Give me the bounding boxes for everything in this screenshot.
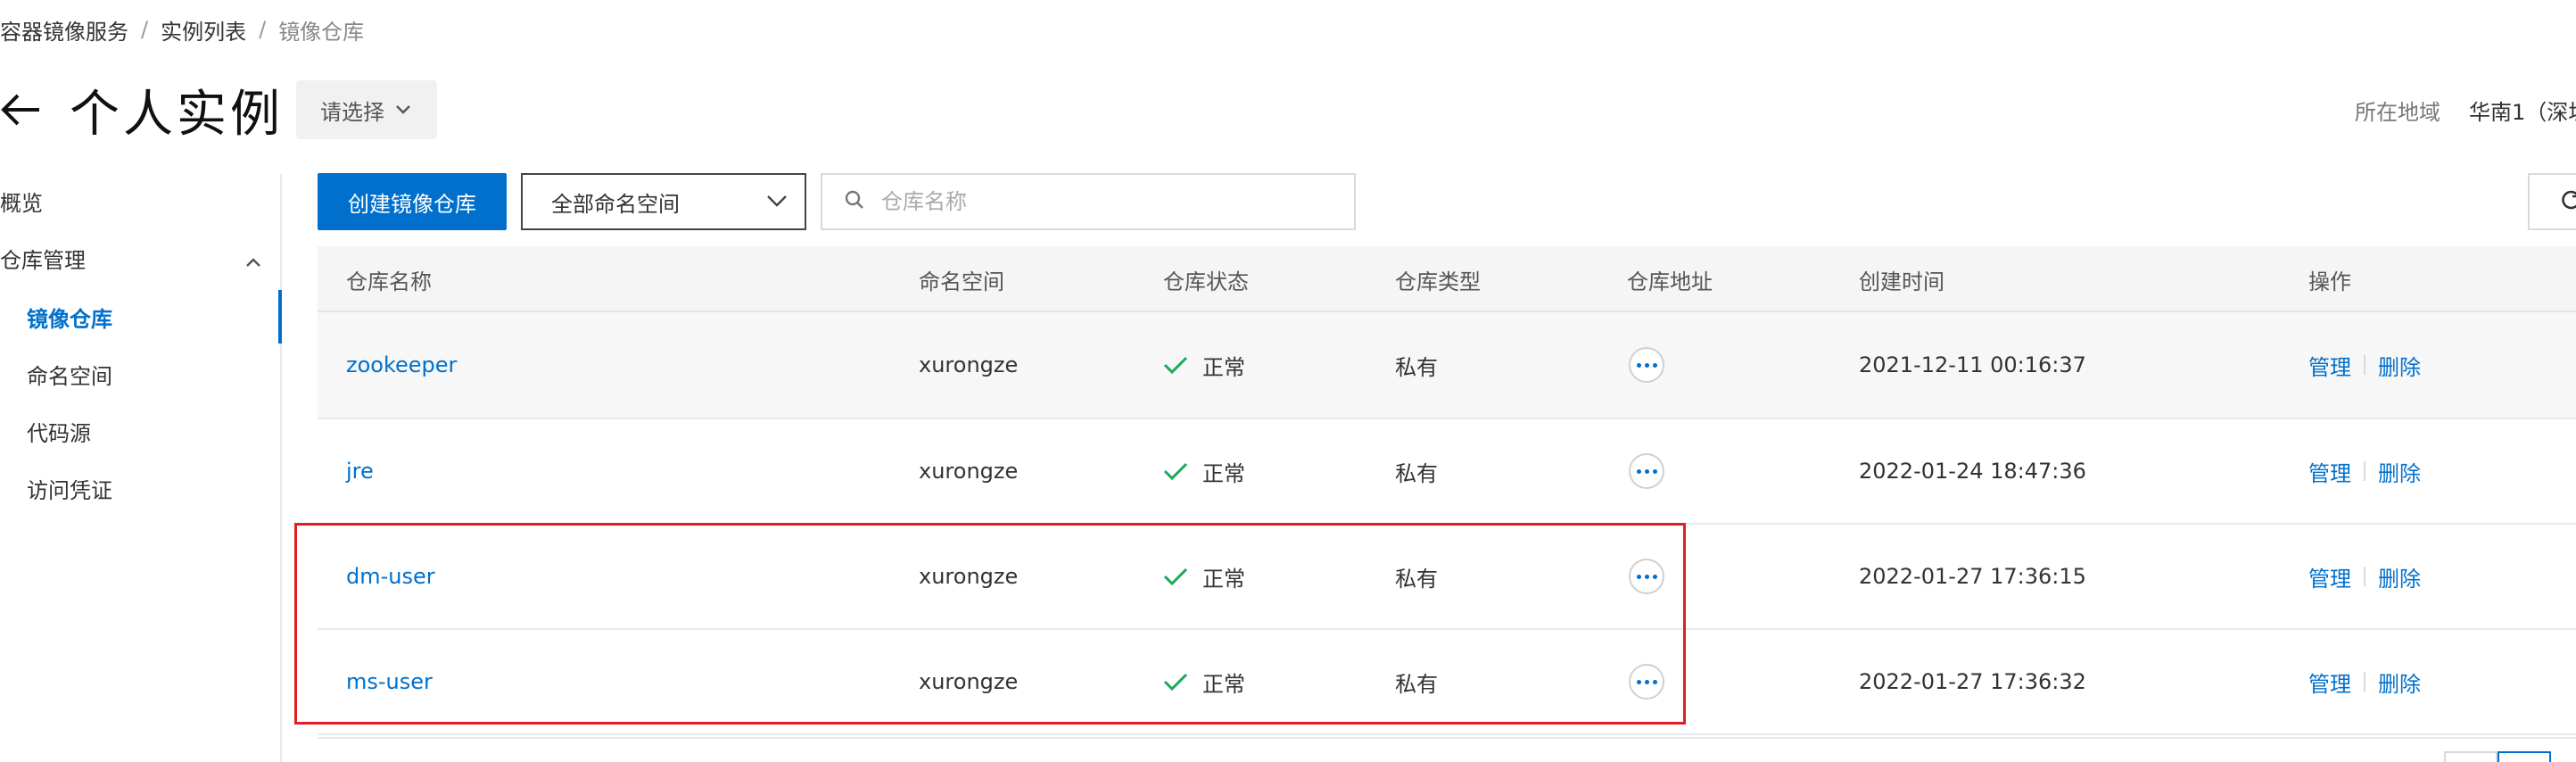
sidebar-item-overview[interactable]: 概览 [0, 174, 43, 228]
table-row: zookeeper xurongze 正常 私有 2021-12-11 00:1… [318, 312, 2576, 419]
search-icon [844, 189, 865, 214]
more-dots-icon[interactable] [1629, 347, 1664, 383]
repo-status: 正常 [1202, 566, 1245, 592]
breadcrumb-item-current: 镜像仓库 [278, 19, 365, 45]
breadcrumb-item-service[interactable]: 容器镜像服务 [0, 14, 128, 46]
check-icon [1163, 355, 1188, 375]
table-header: 仓库名称 命名空间 仓库状态 仓库类型 仓库地址 创建时间 操作 [318, 246, 2576, 312]
delete-link[interactable]: 删除 [2378, 456, 2421, 487]
check-icon [1163, 461, 1188, 481]
repo-name-link[interactable]: dm-user [346, 564, 435, 589]
page: 容器镜像服务 / 实例列表 / 镜像仓库 个人实例 请选择 所在地域 华南1（深… [0, 0, 2576, 762]
action-divider [2364, 672, 2365, 692]
repo-type: 私有 [1395, 460, 1438, 486]
breadcrumb: 容器镜像服务 / 实例列表 / 镜像仓库 [0, 14, 365, 46]
breadcrumb-separator: / [259, 17, 267, 42]
check-icon [1163, 672, 1188, 692]
repo-name-link[interactable]: jre [346, 459, 374, 484]
instance-select[interactable]: 请选择 [296, 80, 437, 139]
sidebar-item-namespace[interactable]: 命名空间 [27, 347, 112, 401]
table-row: ms-user xurongze 正常 私有 2022-01-27 17:36:… [318, 630, 2576, 735]
column-header-actions: 操作 [2308, 269, 2351, 294]
search-input[interactable] [881, 189, 1345, 214]
action-divider [2364, 567, 2365, 586]
namespace-select[interactable]: 全部命名空间 [521, 173, 806, 230]
repo-namespace: xurongze [919, 669, 1019, 694]
manage-link[interactable]: 管理 [2308, 561, 2351, 592]
breadcrumb-separator: / [141, 17, 149, 42]
repo-type: 私有 [1395, 671, 1438, 697]
sidebar-group-repo-management[interactable]: 仓库管理 [0, 231, 86, 285]
instance-select-value: 请选择 [320, 99, 384, 125]
page-title: 个人实例 [70, 85, 284, 144]
repo-status: 正常 [1202, 671, 1245, 697]
chevron-down-icon [395, 104, 411, 115]
check-icon [1163, 567, 1188, 586]
delete-link[interactable]: 删除 [2378, 561, 2421, 592]
pagination-prev-button[interactable] [2444, 751, 2498, 762]
chevron-up-icon[interactable] [243, 253, 264, 274]
column-header-namespace: 命名空间 [919, 269, 1004, 294]
action-divider [2364, 355, 2365, 375]
more-dots-icon[interactable] [1629, 664, 1664, 700]
repo-type: 私有 [1395, 354, 1438, 380]
repo-created-time: 2021-12-11 00:16:37 [1859, 352, 2086, 377]
sidebar-item-code-source[interactable]: 代码源 [27, 404, 91, 458]
repo-created-time: 2022-01-27 17:36:32 [1859, 669, 2086, 694]
namespace-select-value: 全部命名空间 [551, 191, 680, 217]
repo-status: 正常 [1202, 460, 1245, 486]
delete-link[interactable]: 删除 [2378, 350, 2421, 381]
manage-link[interactable]: 管理 [2308, 350, 2351, 381]
sidebar-item-image-repo[interactable]: 镜像仓库 [27, 290, 112, 344]
breadcrumb-item-instances[interactable]: 实例列表 [161, 14, 246, 46]
delete-link[interactable]: 删除 [2378, 667, 2421, 698]
repo-name-link[interactable]: ms-user [346, 669, 433, 694]
sidebar-item-access-credential[interactable]: 访问凭证 [27, 461, 112, 515]
repo-namespace: xurongze [919, 564, 1019, 589]
sidebar-divider [280, 174, 282, 762]
more-dots-icon[interactable] [1629, 453, 1664, 489]
table-row: jre xurongze 正常 私有 2022-01-24 18:47:36 管… [318, 419, 2576, 525]
column-header-status: 仓库状态 [1163, 269, 1249, 294]
repo-created-time: 2022-01-24 18:47:36 [1859, 459, 2086, 484]
region-value[interactable]: 华南1（深圳 [2469, 95, 2576, 126]
table-row: dm-user xurongze 正常 私有 2022-01-27 17:36:… [318, 525, 2576, 630]
search-box[interactable] [821, 173, 1356, 230]
action-divider [2364, 461, 2365, 481]
column-header-type: 仓库类型 [1395, 269, 1481, 294]
create-repo-button[interactable]: 创建镜像仓库 [318, 173, 507, 230]
chevron-down-icon [765, 192, 788, 217]
repo-type: 私有 [1395, 566, 1438, 592]
sidebar: 概览 仓库管理 镜像仓库 命名空间 代码源 访问凭证 [0, 174, 282, 762]
table-bottom-divider [318, 737, 2576, 739]
column-header-address: 仓库地址 [1627, 269, 1713, 294]
region-label: 所在地域 [2355, 100, 2440, 125]
title-row: 个人实例 [0, 79, 284, 144]
repo-created-time: 2022-01-27 17:36:15 [1859, 564, 2086, 589]
repo-name-link[interactable]: zookeeper [346, 352, 457, 377]
column-header-name: 仓库名称 [346, 269, 432, 294]
repo-namespace: xurongze [919, 459, 1019, 484]
back-arrow-icon[interactable] [0, 92, 43, 128]
repo-namespace: xurongze [919, 352, 1019, 377]
region-info: 所在地域 华南1（深圳 [2355, 95, 2576, 126]
repo-status: 正常 [1202, 354, 1245, 380]
pagination-page-button[interactable] [2498, 751, 2551, 762]
manage-link[interactable]: 管理 [2308, 667, 2351, 698]
column-header-created: 创建时间 [1859, 269, 1944, 294]
sidebar-active-indicator [278, 290, 282, 344]
more-dots-icon[interactable] [1629, 559, 1664, 594]
refresh-icon [2560, 188, 2576, 215]
refresh-button[interactable] [2528, 173, 2576, 230]
manage-link[interactable]: 管理 [2308, 456, 2351, 487]
